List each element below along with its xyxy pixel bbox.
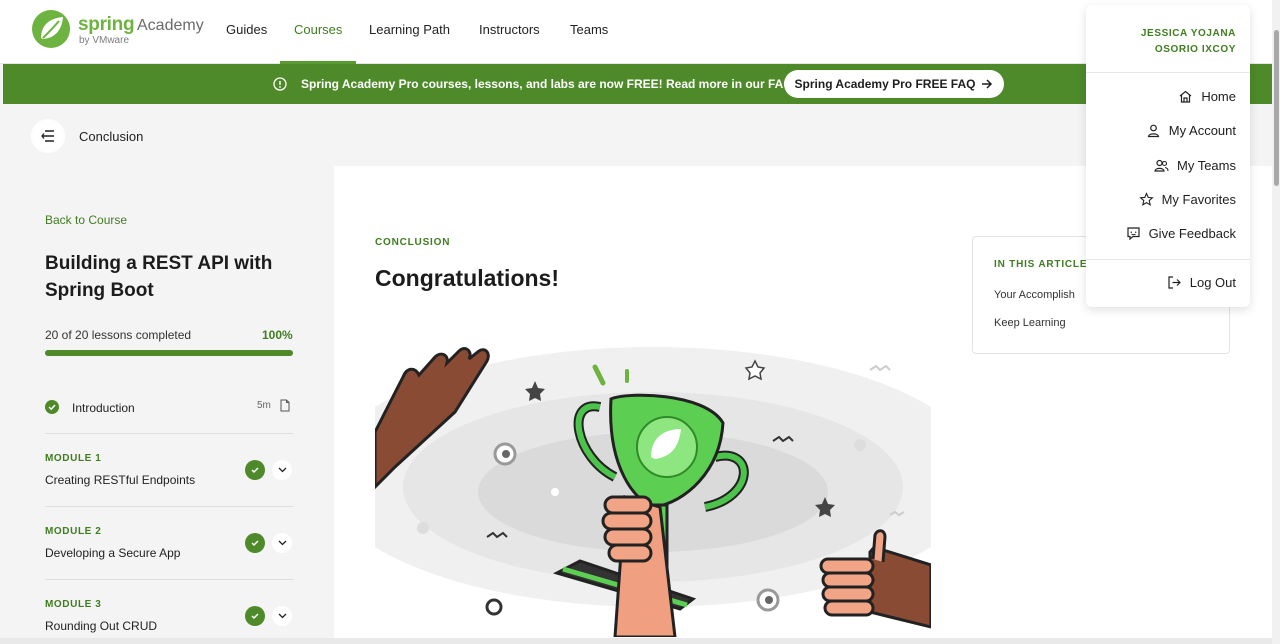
scrollbar-thumb[interactable]	[1274, 30, 1279, 186]
completed-check-icon	[245, 460, 265, 480]
faq-button[interactable]: Spring Academy Pro FREE FAQ	[784, 70, 1004, 98]
nav-courses[interactable]: Courses	[294, 22, 342, 37]
menu-divider	[1086, 72, 1250, 73]
nav-instructors[interactable]: Instructors	[479, 22, 540, 37]
spring-leaf-icon	[32, 10, 70, 48]
completed-check-icon	[245, 606, 265, 626]
faq-button-label: Spring Academy Pro FREE FAQ	[794, 77, 976, 91]
logout-icon	[1168, 275, 1181, 289]
banner-text: Spring Academy Pro courses, lessons, and…	[301, 77, 797, 91]
completed-check-icon	[245, 533, 265, 553]
menu-item-label: My Favorites	[1161, 191, 1236, 207]
divider	[45, 506, 293, 507]
menu-item-my-teams[interactable]: My Teams	[1154, 155, 1236, 175]
divider	[45, 579, 293, 580]
chevron-down-icon	[278, 467, 286, 473]
page-title: Congratulations!	[375, 265, 559, 291]
menu-item-my-account[interactable]: My Account	[1146, 120, 1236, 140]
arrow-right-icon	[982, 79, 993, 89]
collapse-menu-icon	[41, 130, 54, 142]
menu-item-give-feedback[interactable]: Give Feedback	[1126, 223, 1236, 243]
toc-item[interactable]: Keep Learning	[994, 317, 1066, 329]
star-icon	[1138, 191, 1154, 206]
module-eyebrow: MODULE 3	[45, 599, 102, 610]
nav-guides[interactable]: Guides	[226, 22, 267, 37]
menu-item-label: My Account	[1168, 122, 1236, 138]
menu-item-label: Give Feedback	[1148, 225, 1236, 241]
user-name-line: JESSICA YOJANA	[1140, 28, 1236, 39]
menu-divider	[1086, 259, 1250, 260]
menu-item-label: My Teams	[1177, 157, 1236, 173]
article-eyebrow: CONCLUSION	[375, 237, 451, 248]
module-name[interactable]: Rounding Out CRUD	[45, 619, 157, 633]
brand-product: Academy	[137, 17, 204, 34]
toc-item[interactable]: Your Accomplish	[994, 289, 1075, 301]
nav-learning-path[interactable]: Learning Path	[369, 22, 450, 37]
progress-label: 20 of 20 lessons completed	[45, 328, 192, 342]
user-icon	[1147, 124, 1159, 137]
info-icon	[273, 77, 287, 91]
module-name[interactable]: Developing a Secure App	[45, 546, 180, 560]
module-eyebrow: MODULE 1	[45, 453, 102, 464]
team-icon	[1154, 159, 1169, 172]
nav-teams[interactable]: Teams	[570, 22, 608, 37]
home-icon	[1179, 90, 1192, 103]
progress-bar	[45, 350, 293, 356]
module-expand-button[interactable]	[272, 606, 292, 626]
chevron-down-icon	[278, 540, 286, 546]
brand-name: spring	[78, 14, 135, 35]
document-icon	[280, 399, 290, 412]
toc-heading: IN THIS ARTICLE	[994, 259, 1088, 270]
divider	[45, 433, 293, 434]
completed-check-icon	[45, 400, 59, 414]
module-expand-button[interactable]	[272, 460, 292, 480]
back-to-course-link[interactable]: Back to Course	[45, 213, 127, 227]
progress-bar-fill	[45, 350, 293, 356]
top-navigation: spring Academy by VMware Guides Courses …	[0, 0, 1272, 64]
feedback-icon	[1126, 226, 1140, 240]
trophy-illustration	[375, 337, 931, 637]
toggle-outline-button[interactable]	[31, 119, 65, 153]
menu-item-my-favorites[interactable]: My Favorites	[1138, 189, 1236, 209]
progress-percent: 100%	[262, 328, 293, 342]
lesson-duration: 5m	[257, 400, 271, 411]
course-title: Building a REST API with Spring Boot	[45, 253, 273, 301]
module-name[interactable]: Creating RESTful Endpoints	[45, 473, 195, 487]
chevron-down-icon	[278, 613, 286, 619]
announcement-banner: Spring Academy Pro courses, lessons, and…	[3, 64, 1272, 104]
spring-academy-logo[interactable]: spring Academy by VMware	[31, 8, 211, 52]
user-menu-dropdown: JESSICA YOJANA OSORIO IXCOY Home My Acco…	[1086, 5, 1250, 307]
menu-item-log-out[interactable]: Log Out	[1167, 272, 1236, 292]
menu-item-label: Log Out	[1189, 274, 1236, 290]
lesson-title: Conclusion	[79, 129, 144, 144]
menu-item-home[interactable]: Home	[1178, 86, 1236, 106]
brand-byline: by VMware	[79, 35, 130, 46]
user-name: JESSICA YOJANA OSORIO IXCOY	[1141, 26, 1236, 58]
module-eyebrow: MODULE 2	[45, 526, 102, 537]
menu-item-label: Home	[1201, 88, 1236, 104]
horizontal-scrollbar[interactable]	[0, 638, 1272, 644]
module-expand-button[interactable]	[272, 533, 292, 553]
lesson-introduction[interactable]: Introduction	[72, 401, 135, 415]
user-name-line: OSORIO IXCOY	[1154, 44, 1236, 55]
